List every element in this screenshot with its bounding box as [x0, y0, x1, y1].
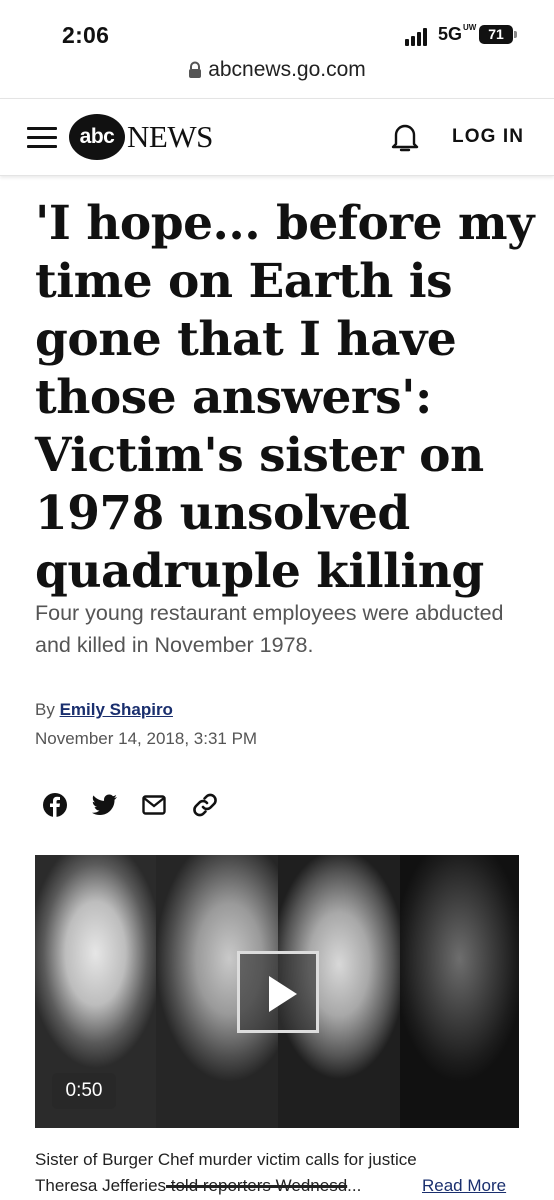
byline-prefix: By	[35, 700, 55, 719]
status-bar: 2:06 5GUW 71	[0, 0, 554, 58]
logo-news-text: NEWS	[127, 119, 213, 154]
menu-icon[interactable]	[27, 125, 59, 151]
link-icon[interactable]	[192, 792, 220, 820]
video-caption-title: Sister of Burger Chef murder victim call…	[35, 1150, 417, 1169]
abc-news-logo[interactable]: abc NEWS	[69, 114, 213, 160]
scribbled-text: told reporters Wednesd	[166, 1176, 348, 1195]
video-player[interactable]: 0:50	[35, 855, 519, 1128]
login-button[interactable]: LOG IN	[452, 126, 524, 148]
play-button[interactable]	[237, 951, 319, 1033]
battery-icon: 71	[479, 25, 517, 44]
byline: By Emily Shapiro	[35, 700, 173, 720]
article-headline: 'I hope... before my time on Earth is go…	[35, 196, 534, 599]
lock-icon	[189, 61, 202, 78]
twitter-icon[interactable]	[92, 793, 120, 821]
url-text: abcnews.go.com	[208, 58, 366, 81]
network-indicator: 5GUW	[438, 23, 477, 45]
email-icon[interactable]	[142, 795, 170, 823]
status-time: 2:06	[62, 22, 110, 48]
abc-logo-disc: abc	[69, 114, 125, 160]
video-duration: 0:50	[52, 1073, 116, 1109]
video-caption-body: Theresa Jefferies told reporters Wednesd…	[35, 1176, 362, 1195]
site-header: abc NEWS LOG IN	[0, 98, 554, 176]
author-link[interactable]: Emily Shapiro	[60, 700, 173, 719]
facebook-icon[interactable]	[42, 792, 70, 820]
video-thumbnail-panel	[400, 855, 519, 1128]
publish-date: November 14, 2018, 3:31 PM	[35, 729, 258, 748]
address-bar[interactable]: abcnews.go.com	[0, 58, 554, 94]
article-subhead: Four young restaurant employees were abd…	[35, 601, 504, 657]
bell-icon[interactable]	[390, 121, 420, 153]
read-more-link[interactable]: Read More	[422, 1174, 506, 1198]
